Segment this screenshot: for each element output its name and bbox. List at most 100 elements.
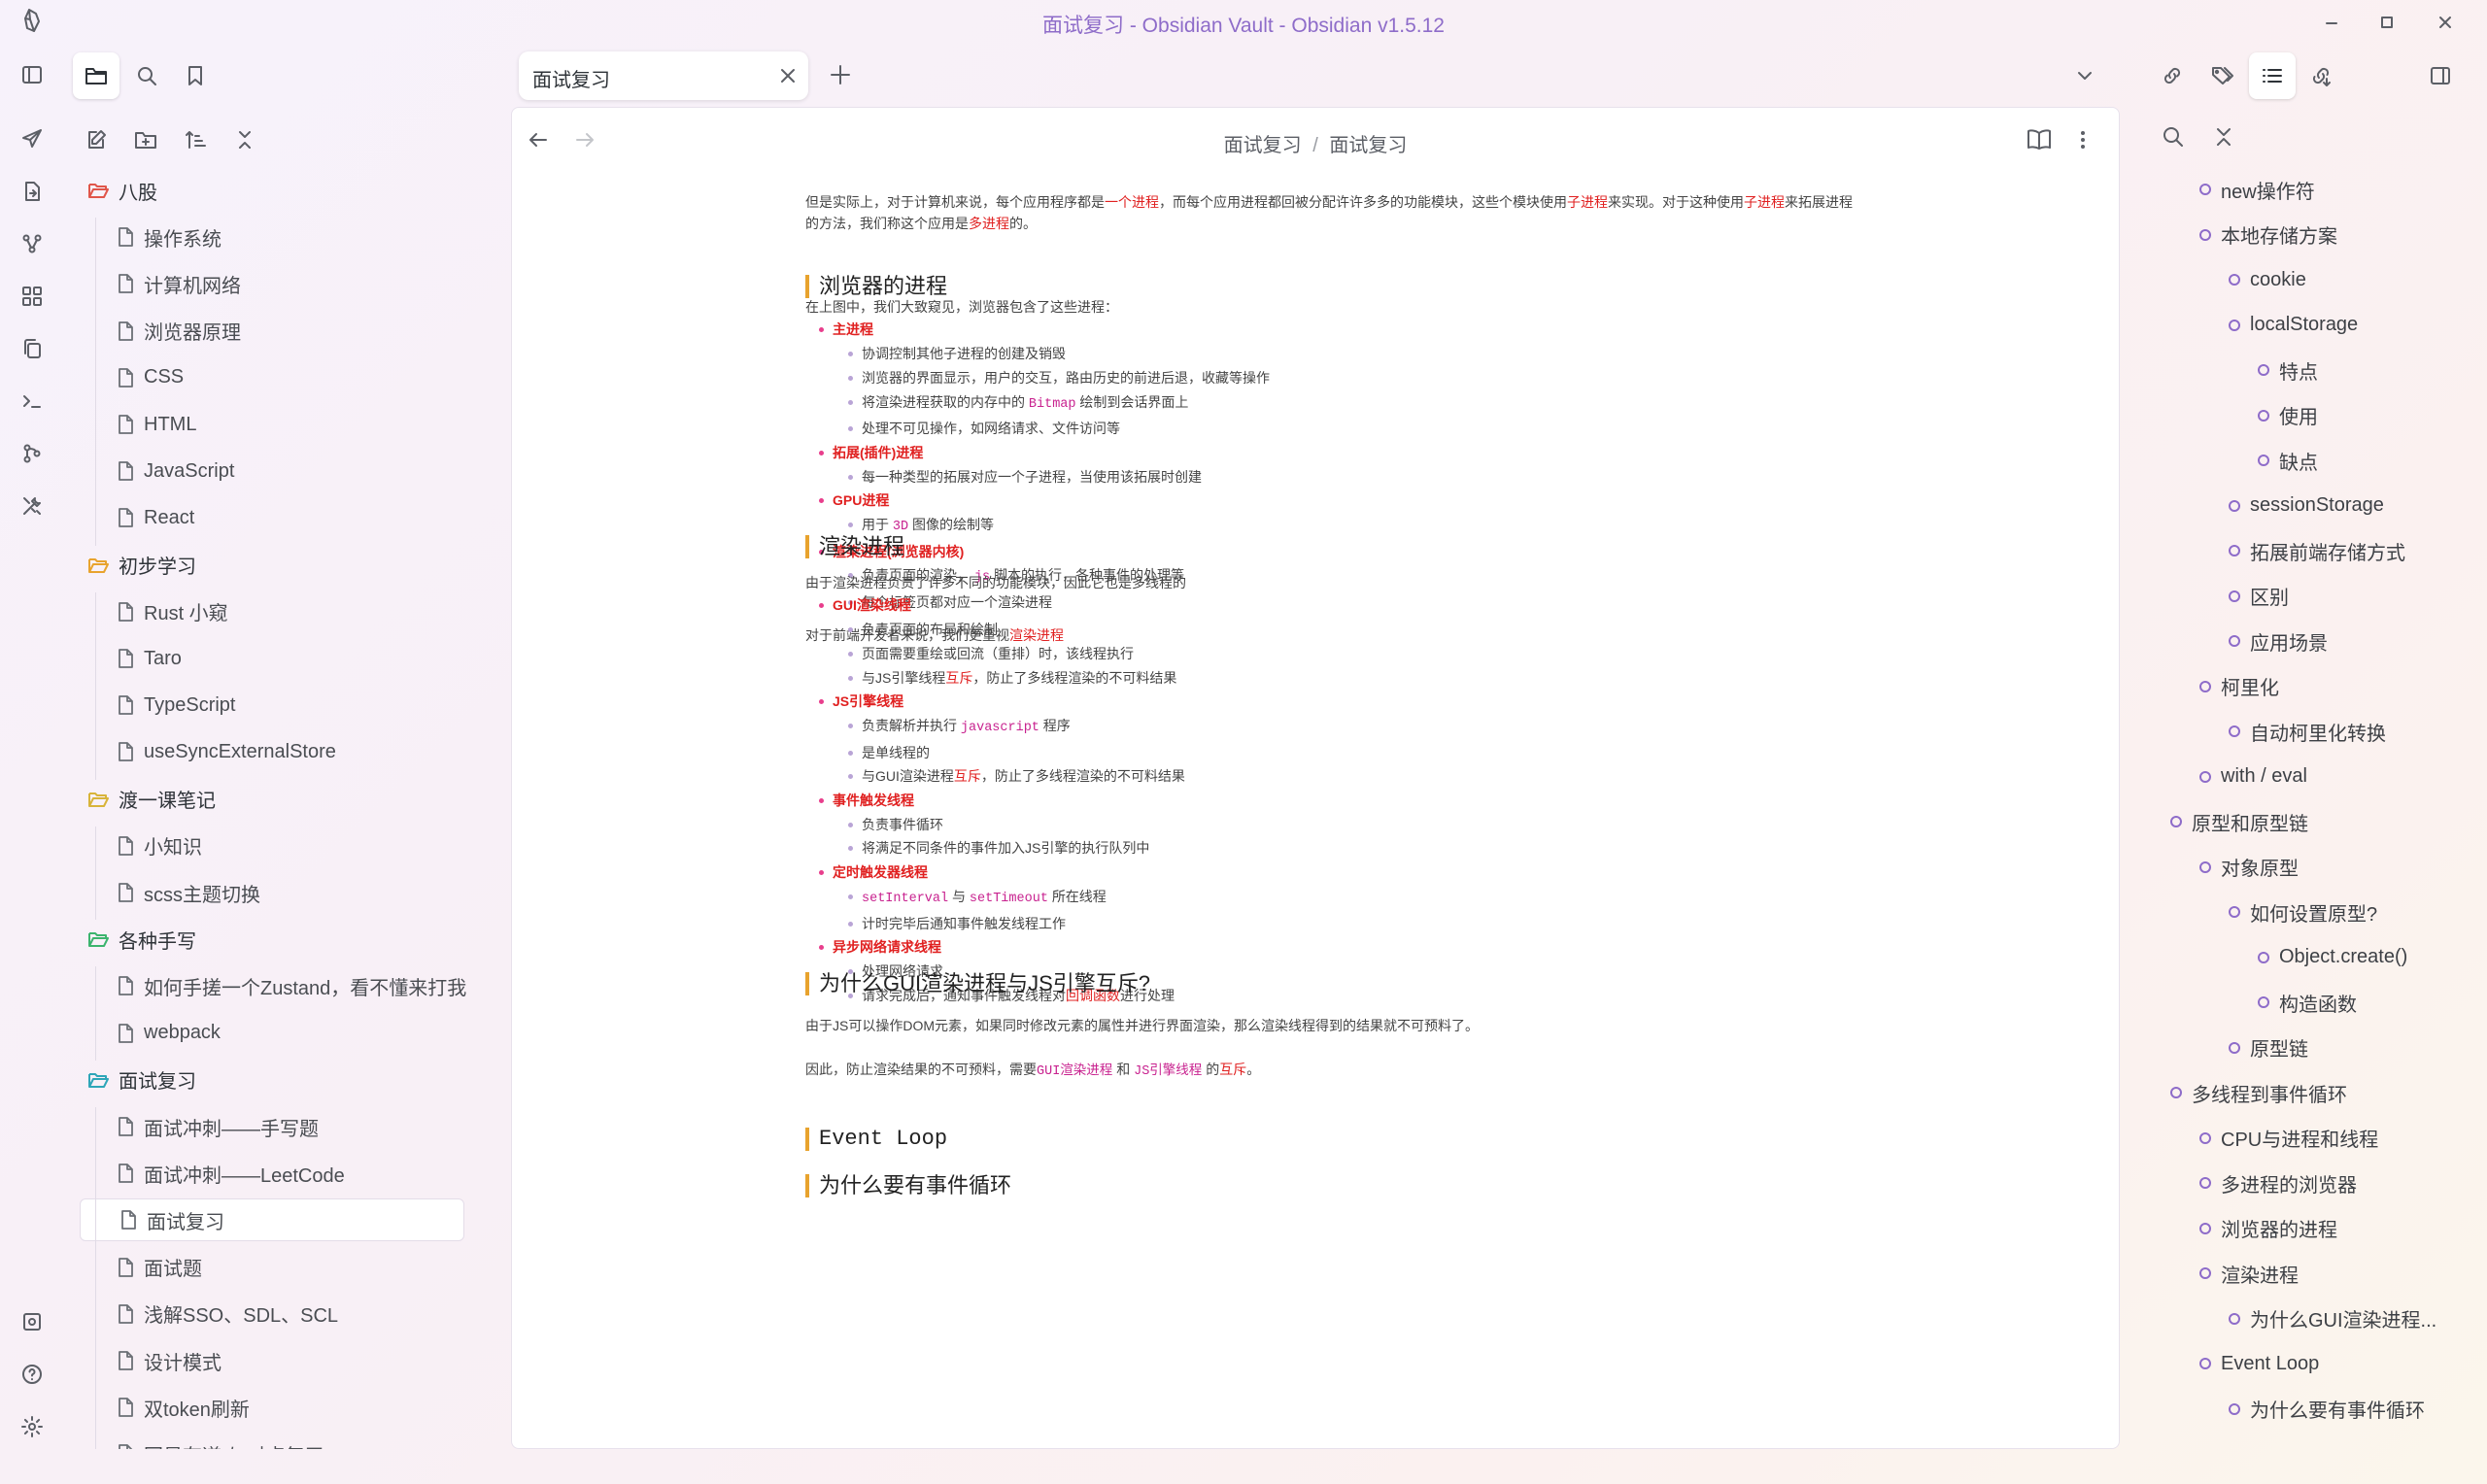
- tree-folder[interactable]: 渡一课笔记: [78, 778, 476, 821]
- tree-file[interactable]: scss主题切换: [78, 871, 476, 914]
- tree-folder[interactable]: 八股: [78, 171, 476, 212]
- sidebar-toggle-icon[interactable]: [13, 55, 51, 94]
- graph-icon[interactable]: [13, 224, 51, 263]
- tab-list-chevron-down-icon[interactable]: [2073, 64, 2096, 87]
- new-folder-button[interactable]: [122, 117, 169, 163]
- tree-file[interactable]: 浅解SSO、SDL、SCL: [78, 1293, 476, 1335]
- outline-item[interactable]: Event Loop: [2199, 1349, 2319, 1378]
- tree-file[interactable]: 如何手搓一个Zustand，看不懂来打我: [78, 964, 476, 1007]
- new-note-button[interactable]: [73, 117, 119, 163]
- tree-file[interactable]: 回显有道 与对点复习: [78, 1433, 476, 1449]
- tree-file[interactable]: CSS: [78, 356, 476, 399]
- tree-file[interactable]: TypeScript: [78, 684, 476, 726]
- outline-item[interactable]: new操作符: [2199, 175, 2315, 204]
- help-icon[interactable]: [13, 1355, 51, 1394]
- tree-file[interactable]: 面试冲刺——LeetCode: [78, 1152, 476, 1195]
- tree-file[interactable]: Rust 小窥: [78, 590, 476, 633]
- outline-item[interactable]: 浏览器的进程: [2199, 1214, 2337, 1243]
- tree-file[interactable]: 设计模式: [78, 1339, 476, 1382]
- list-item: GPU进程 用于 3D 图像的绘制等: [819, 489, 1855, 539]
- outline-item[interactable]: 应用场景: [2229, 626, 2328, 656]
- tree-file[interactable]: 面试复习: [80, 1198, 464, 1242]
- right-sidebar-toggle-icon[interactable]: [2417, 52, 2464, 99]
- tree-item-label: 面试复习: [147, 1211, 224, 1233]
- tree-file[interactable]: 小知识: [78, 825, 476, 867]
- tree-file[interactable]: JavaScript: [78, 450, 476, 492]
- more-options-icon[interactable]: [2076, 127, 2090, 152]
- file-export-icon[interactable]: [13, 172, 51, 211]
- outline-item[interactable]: cookie: [2229, 265, 2306, 294]
- outline-item[interactable]: Object.create(): [2258, 943, 2407, 972]
- close-window-icon[interactable]: [2426, 9, 2465, 36]
- copy-icon[interactable]: [13, 329, 51, 368]
- breadcrumb-current[interactable]: 面试复习: [1329, 135, 1407, 156]
- outline-item-label: 对象原型: [2221, 859, 2299, 880]
- reading-view-icon[interactable]: [2026, 127, 2053, 152]
- sort-button[interactable]: [172, 117, 219, 163]
- close-tab-icon[interactable]: [779, 67, 797, 84]
- tab-current-note[interactable]: 面试复习: [519, 51, 808, 100]
- tree-file[interactable]: useSyncExternalStore: [78, 730, 476, 773]
- tree-file[interactable]: 浏览器原理: [78, 310, 476, 353]
- tree-file[interactable]: 双token刷新: [78, 1386, 476, 1429]
- minimize-icon[interactable]: [2312, 9, 2351, 36]
- outline-item[interactable]: 区别: [2229, 582, 2289, 611]
- outline-item[interactable]: 为什么要有事件循环: [2229, 1395, 2425, 1424]
- canvas-icon[interactable]: [13, 277, 51, 316]
- outline-item[interactable]: 原型链: [2229, 1033, 2308, 1062]
- new-tab-icon[interactable]: [828, 62, 853, 87]
- backlinks-tab[interactable]: [2150, 52, 2197, 99]
- search-tab[interactable]: [123, 52, 170, 99]
- outline-item[interactable]: 为什么GUI渲染进程...: [2229, 1304, 2436, 1333]
- tree-file[interactable]: HTML: [78, 403, 476, 446]
- tree-file[interactable]: 面试冲刺——手写题: [78, 1105, 476, 1148]
- outline-item[interactable]: 拓展前端存储方式: [2229, 536, 2405, 565]
- settings-icon[interactable]: [13, 1407, 51, 1446]
- tree-file[interactable]: 操作系统: [78, 216, 476, 258]
- outline-item[interactable]: 特点: [2258, 355, 2318, 385]
- file-explorer-tab[interactable]: [73, 52, 119, 99]
- tree-folder[interactable]: 各种手写: [78, 918, 476, 961]
- outline-item[interactable]: 原型和原型链: [2170, 807, 2308, 836]
- outline-item[interactable]: 自动柯里化转换: [2229, 717, 2386, 746]
- bullet-icon: [2170, 816, 2182, 827]
- tree-file[interactable]: Taro: [78, 637, 476, 680]
- tree-folder[interactable]: 面试复习: [78, 1059, 476, 1101]
- outline-item[interactable]: 多进程的浏览器: [2199, 1168, 2357, 1197]
- tree-folder[interactable]: 初步学习: [78, 544, 476, 587]
- tree-file[interactable]: 面试题: [78, 1246, 476, 1289]
- send-icon[interactable]: [13, 119, 51, 158]
- tree-file[interactable]: webpack: [78, 1012, 476, 1055]
- outline-item[interactable]: CPU与进程和线程: [2199, 1124, 2378, 1153]
- outline-item[interactable]: 如何设置原型?: [2229, 897, 2377, 927]
- bookmarks-tab[interactable]: [172, 52, 219, 99]
- outline-item[interactable]: 渲染进程: [2199, 1259, 2299, 1288]
- outline-item[interactable]: 多线程到事件循环: [2170, 1078, 2347, 1107]
- outgoing-links-tab[interactable]: [2299, 52, 2345, 99]
- outline-item[interactable]: 缺点: [2258, 446, 2318, 475]
- outline-item[interactable]: localStorage: [2229, 311, 2358, 340]
- file-icon: [117, 367, 134, 388]
- outline-item[interactable]: sessionStorage: [2229, 491, 2384, 521]
- tools-icon[interactable]: [13, 487, 51, 525]
- outline-tab[interactable]: [2249, 52, 2296, 99]
- outline-search-icon[interactable]: [2161, 124, 2186, 150]
- breadcrumb-parent[interactable]: 面试复习: [1224, 135, 1302, 156]
- git-icon[interactable]: [13, 434, 51, 473]
- tree-file[interactable]: 计算机网络: [78, 262, 476, 305]
- maximize-icon[interactable]: [2368, 9, 2406, 36]
- outline-collapse-icon[interactable]: [2211, 124, 2236, 150]
- outline-item[interactable]: 使用: [2258, 401, 2318, 430]
- outline-item[interactable]: 构造函数: [2258, 988, 2357, 1017]
- outline-item[interactable]: with / eval: [2199, 762, 2307, 792]
- outline-item[interactable]: 柯里化: [2199, 672, 2279, 701]
- bullet-icon: [2199, 1222, 2211, 1234]
- outline-item[interactable]: 对象原型: [2199, 853, 2299, 882]
- tree-file[interactable]: React: [78, 496, 476, 539]
- vault-icon[interactable]: [13, 1302, 51, 1341]
- tags-tab[interactable]: [2199, 52, 2246, 99]
- note-content[interactable]: 但是实际上，对于计算机来说，每个应用程序都是一个进程，而每个应用进程都回被分配许…: [805, 180, 1874, 1442]
- collapse-all-button[interactable]: [221, 117, 268, 163]
- outline-item[interactable]: 本地存储方案: [2199, 220, 2337, 250]
- terminal-icon[interactable]: [13, 382, 51, 421]
